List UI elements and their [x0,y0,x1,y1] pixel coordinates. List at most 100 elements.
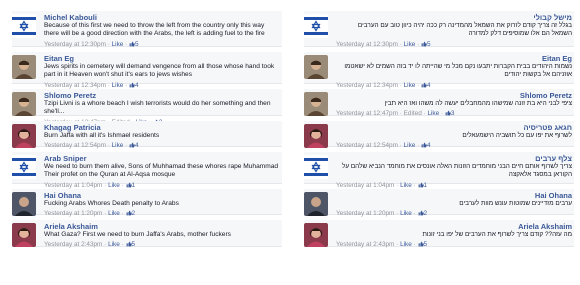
comment-item: Shlomo Peretz Tzipi Livni is a whore beac… [12,89,282,126]
like-count[interactable]: 5 [418,241,427,248]
avatar[interactable] [304,92,328,116]
comment-timestamp[interactable]: Yesterday at 12:47pm [336,110,398,117]
like-link[interactable]: Like [112,142,124,149]
commenter-name[interactable]: Hai Ohana [336,191,572,200]
commenter-name[interactable]: צלף ערבים [336,154,572,163]
comment-body: Michel Kabouli Because of this first we n… [44,13,280,49]
comment-text: לשרוף את יפו עם כל תושביה הישמעאלים [462,132,572,139]
comment-text: צריך לשרוף אותם חיים הבני מוחמדים הזונות… [341,163,572,179]
comment-body: צלף ערבים צריך לשרוף אותם חיים הבני מוחמד… [336,154,572,190]
like-link[interactable]: Like [108,210,120,217]
comment-item: Michel Kabouli Because of this first we n… [12,11,282,49]
commenter-name[interactable]: Ariela Akshaim [336,222,572,231]
comment-meta: Yesterday at 2:43pm · Like · 5 [336,241,428,249]
comment-timestamp[interactable]: Yesterday at 1:20pm [336,210,394,217]
comment-text: Because of this first we need to throw t… [44,22,265,38]
comment-timestamp[interactable]: Yesterday at 1:20pm [44,210,102,217]
comment-body: Hai Ohana Fucking Arabs Whores Death pena… [44,191,280,218]
comment-timestamp[interactable]: Yesterday at 12:54pm [44,142,106,149]
comment-timestamp[interactable]: Yesterday at 12:30pm [44,41,106,48]
avatar[interactable] [12,124,36,148]
like-link[interactable]: Like [404,142,416,149]
commenter-name[interactable]: Shlomo Peretz [44,91,280,100]
comment-meta: Yesterday at 12:30pm · Like · 5 [44,40,139,48]
like-count[interactable]: 5 [421,41,431,48]
comment-body: Hai Ohana ערבים מזדיינים שמוטות עונש מוות… [336,191,572,218]
comment-text: ציפי לבני היא בת זונה שמישהו מהמחבלים יע… [384,100,572,107]
commenter-name[interactable]: Ariela Akshaim [44,222,280,231]
commenter-name[interactable]: Eitan Eg [44,54,280,63]
comment-timestamp[interactable]: Yesterday at 12:30pm [336,41,398,48]
like-link[interactable]: Like [400,241,412,248]
like-link[interactable]: Like [400,182,412,189]
like-count[interactable]: 1 [418,182,427,189]
comment-item: Ariela Akshaim מה עזה?? קודם צריך לשרוף א… [304,220,574,249]
commenter-name[interactable]: Eitan Eg [336,54,572,63]
comment-timestamp[interactable]: Yesterday at 12:34pm [44,82,106,89]
comment-text: ערבים מזדיינים שמוטות עונש מוות לערבים [459,200,572,207]
comment-body: Khagag Patricia Burn Jaffa with all it's … [44,123,280,150]
like-link[interactable]: Like [404,41,416,48]
like-link[interactable]: Like [427,110,439,117]
commenter-name[interactable]: מישל קבולי [336,13,572,22]
comment-timestamp[interactable]: Yesterday at 2:43pm [336,241,394,248]
avatar[interactable] [304,124,328,148]
like-count[interactable]: 1 [126,182,135,189]
commenter-name[interactable]: Shlomo Peretz [336,91,572,100]
like-link[interactable]: Like [108,241,120,248]
comment-meta: Yesterday at 12:54pm · Like · 4 [44,142,139,150]
avatar[interactable] [12,155,36,179]
comment-item: Hai Ohana ערבים מזדיינים שמוטות עונש מוות… [304,189,574,218]
comment-item: Arab Sniper We need to burn them alive, S… [12,152,282,189]
comment-item: צלף ערבים צריך לשרוף אותם חיים הבני מוחמד… [304,152,574,189]
avatar[interactable] [304,155,328,179]
comment-meta: Yesterday at 1:20pm · Like · 2 [44,210,136,218]
comment-body: חגאג פטריסיה לשרוף את יפו עם כל תושביה הי… [336,123,572,150]
like-count[interactable]: 5 [129,41,139,48]
like-count[interactable]: 3 [445,110,454,117]
comment-timestamp[interactable]: Yesterday at 12:54pm [336,142,398,149]
avatar[interactable] [304,223,328,247]
comment-body: Shlomo Peretz ציפי לבני היא בת זונה שמישה… [336,91,572,118]
like-link[interactable]: Like [112,41,124,48]
avatar[interactable] [12,192,36,216]
like-link[interactable]: Like [404,82,416,89]
like-link[interactable]: Like [400,210,412,217]
comment-meta: Yesterday at 2:43pm · Like · 5 [44,241,136,249]
comment-text: Burn Jaffa with all it's Ishmael residen… [44,132,160,139]
comment-timestamp[interactable]: Yesterday at 1:04pm [336,182,394,189]
commenter-name[interactable]: חגאג פטריסיה [336,123,572,132]
avatar[interactable] [12,223,36,247]
like-count[interactable]: 2 [126,210,135,217]
like-count[interactable]: 2 [418,210,427,217]
comment-timestamp[interactable]: Yesterday at 2:43pm [44,241,102,248]
commenter-name[interactable]: Hai Ohana [44,191,280,200]
avatar[interactable] [12,92,36,116]
comment-text: We need to burn them alive, Sons of Muhh… [44,163,279,179]
like-link[interactable]: Like [112,82,124,89]
comment-timestamp[interactable]: Yesterday at 1:04pm [44,182,102,189]
like-count[interactable]: 4 [129,142,139,149]
comment-timestamp[interactable]: Yesterday at 12:34pm [336,82,398,89]
avatar[interactable] [304,55,328,79]
avatar[interactable] [12,14,36,38]
avatar[interactable] [304,192,328,216]
like-count[interactable]: 4 [129,82,139,89]
avatar[interactable] [304,14,328,38]
like-count[interactable]: 4 [421,82,431,89]
commenter-name[interactable]: Arab Sniper [44,154,280,163]
comment-body: מישל קבולי בגלל זה צריך קודם לזרוק את השמ… [336,13,572,49]
like-count[interactable]: 4 [421,142,431,149]
like-link[interactable]: Like [108,182,120,189]
comment-text: Jews spirits in cemetery will demand ven… [44,63,275,79]
like-count[interactable]: 5 [126,241,135,248]
comment-text: Fucking Arabs Whores Death penalty to Ar… [44,200,179,207]
comment-meta: Yesterday at 1:20pm · Like · 2 [336,210,428,218]
comment-text: What Gaza? First we need to burn Jaffa's… [44,231,231,238]
comment-body: Eitan Eg נשמות היהודים בבית הקברות יתבעו … [336,54,572,90]
edited-label[interactable]: Edited [404,110,422,117]
avatar[interactable] [12,55,36,79]
commenter-name[interactable]: Khagag Patricia [44,123,280,132]
commenter-name[interactable]: Michel Kabouli [44,13,280,22]
comment-item: Eitan Eg Jews spirits in cemetery will de… [12,52,282,89]
